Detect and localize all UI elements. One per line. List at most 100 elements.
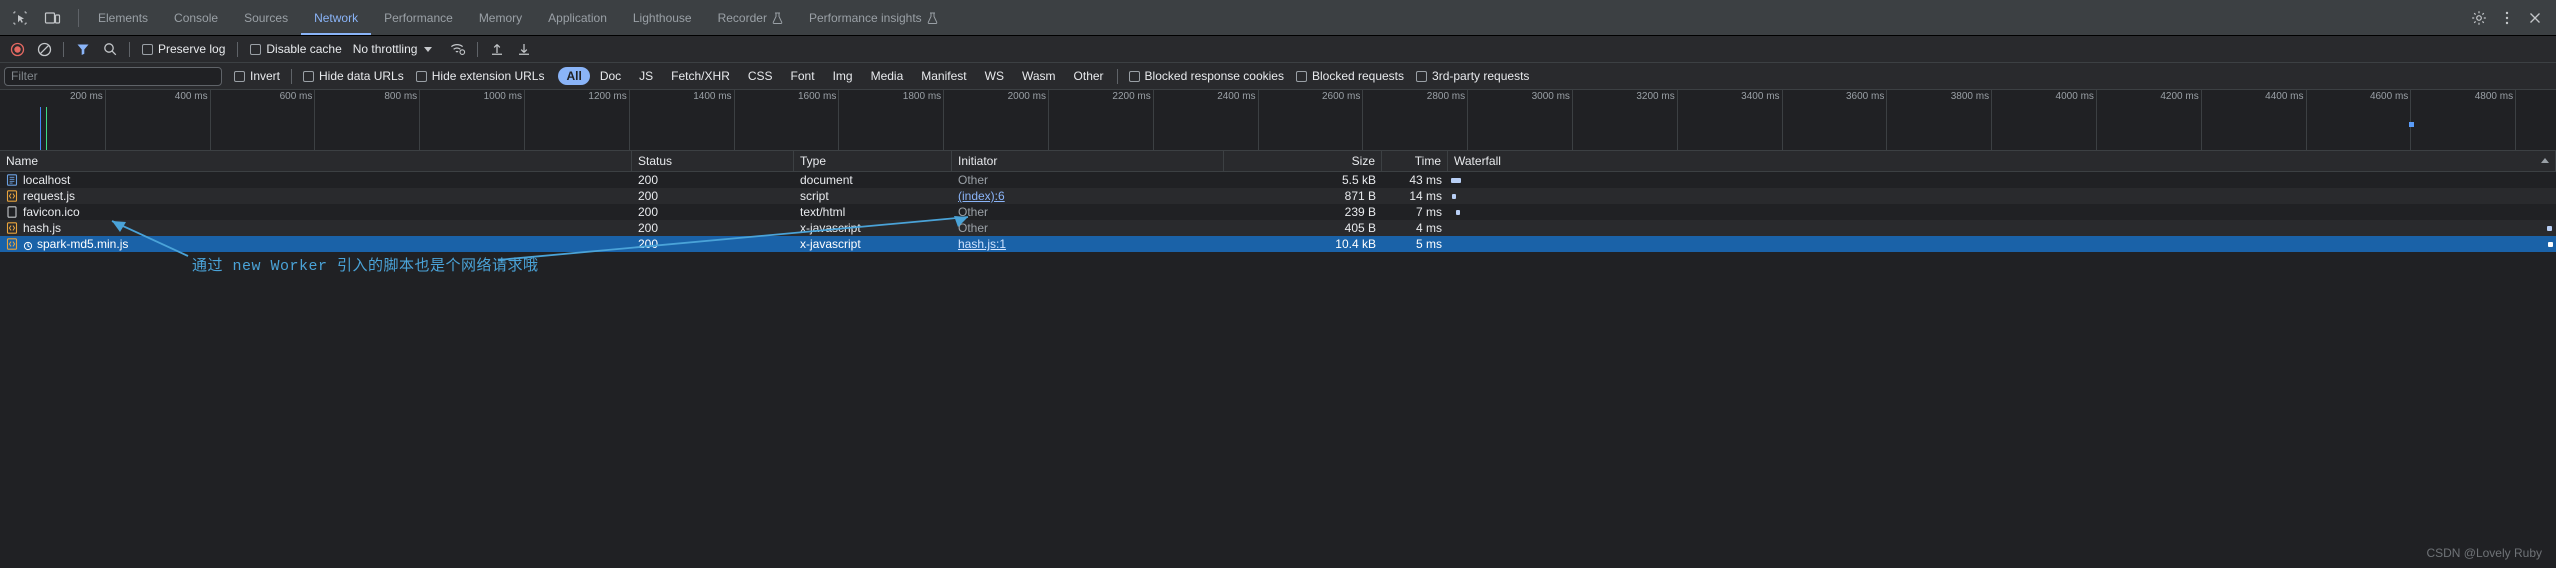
checkbox-box — [234, 70, 245, 82]
blocked-requests-label: Blocked requests — [1311, 69, 1405, 83]
cell-type: x-javascript — [800, 237, 861, 251]
invert-checkbox[interactable]: Invert — [228, 69, 286, 83]
tab-label: Lighthouse — [632, 10, 692, 25]
panel-tabs: Elements Console Sources Network Perform… — [85, 0, 2458, 35]
column-header-status[interactable]: Status — [632, 150, 794, 172]
toolbar-divider — [129, 41, 130, 57]
checkbox-box — [142, 43, 153, 55]
throttling-dropdown[interactable]: No throttling — [349, 42, 437, 56]
record-stop-button[interactable] — [4, 38, 30, 60]
chip-font[interactable]: Font — [783, 67, 823, 85]
chip-doc[interactable]: Doc — [592, 67, 629, 85]
checkbox-box — [1295, 70, 1307, 82]
overview-tick-label: 600 ms — [279, 91, 313, 102]
clear-button[interactable] — [31, 38, 57, 60]
close-icon[interactable] — [2522, 5, 2548, 31]
tab-label: Network — [314, 10, 359, 25]
chip-manifest[interactable]: Manifest — [913, 67, 974, 85]
tab-lighthouse[interactable]: Lighthouse — [620, 0, 705, 35]
tab-elements[interactable]: Elements — [85, 0, 161, 35]
chip-all[interactable]: All — [558, 67, 590, 85]
sort-ascending-icon — [2541, 157, 2549, 163]
cell-status: 200 — [638, 189, 659, 203]
filter-input[interactable] — [4, 66, 222, 86]
tab-application[interactable]: Application — [535, 0, 620, 35]
filter-funnel-icon[interactable] — [70, 38, 96, 60]
cell-waterfall — [1448, 188, 2556, 204]
table-row[interactable]: spark-md5.min.js 200 x-javascript hash.j… — [0, 236, 2556, 252]
blocked-requests-checkbox[interactable]: Blocked requests — [1290, 69, 1410, 83]
cell-type: text/html — [800, 205, 846, 219]
chip-other[interactable]: Other — [1066, 67, 1112, 85]
inspect-element-icon[interactable] — [6, 4, 34, 32]
table-row[interactable]: favicon.ico 200 text/html Other 239 B 7 … — [0, 204, 2556, 220]
tab-label: Sources — [244, 10, 289, 25]
request-name: favicon.ico — [23, 205, 80, 219]
tab-sources[interactable]: Sources — [231, 0, 301, 35]
initiator-link[interactable]: hash.js:1 — [958, 236, 1006, 252]
network-overview-timeline[interactable]: 200 ms 400 ms 600 ms 800 ms 1000 ms 1200… — [0, 90, 2556, 151]
cell-size: 239 B — [1344, 205, 1376, 219]
export-har-icon[interactable] — [511, 38, 537, 60]
waterfall-bar — [1456, 209, 1460, 215]
settings-gear-icon[interactable] — [2466, 5, 2492, 31]
chip-fetch-xhr[interactable]: Fetch/XHR — [663, 67, 738, 85]
table-row[interactable]: localhost 200 document Other 5.5 kB 43 m… — [0, 172, 2556, 188]
overview-tick-label: 2800 ms — [1426, 91, 1466, 102]
overview-tick-label: 1400 ms — [693, 91, 732, 102]
chip-wasm[interactable]: Wasm — [1014, 67, 1064, 85]
column-header-waterfall[interactable]: Waterfall — [1448, 150, 2556, 172]
overview-tick-label: 2000 ms — [1007, 91, 1046, 102]
chip-ws[interactable]: WS — [977, 67, 1012, 85]
third-party-requests-label: 3rd-party requests — [1432, 69, 1530, 83]
tab-console[interactable]: Console — [161, 0, 231, 35]
cell-waterfall — [1448, 204, 2556, 220]
tab-memory[interactable]: Memory — [466, 0, 535, 35]
table-row[interactable]: request.js 200 script (index):6 871 B 14… — [0, 188, 2556, 204]
overview-tick-label: 2200 ms — [1112, 91, 1151, 102]
tab-performance-insights[interactable]: Performance insights — [796, 0, 951, 35]
cell-initiator[interactable]: (index):6 — [952, 188, 1224, 204]
hide-extension-urls-checkbox[interactable]: Hide extension URLs — [410, 69, 551, 83]
tabbar-right-icons — [2458, 0, 2556, 35]
more-options-icon[interactable] — [2494, 5, 2520, 31]
overview-tick-label: 2400 ms — [1217, 91, 1256, 102]
disable-cache-checkbox[interactable]: Disable cache — [244, 42, 347, 56]
chevron-down-icon — [424, 46, 433, 52]
column-header-initiator[interactable]: Initiator — [952, 150, 1224, 172]
cell-status: 200 — [638, 173, 659, 187]
hide-data-urls-checkbox[interactable]: Hide data URLs — [297, 69, 410, 83]
column-header-size[interactable]: Size — [1224, 150, 1382, 172]
search-icon[interactable] — [97, 38, 123, 60]
chip-img[interactable]: Img — [825, 67, 861, 85]
column-header-time[interactable]: Time — [1382, 150, 1448, 172]
cell-initiator[interactable]: hash.js:1 — [952, 236, 1224, 252]
chip-media[interactable]: Media — [863, 67, 912, 85]
cell-waterfall — [1448, 236, 2556, 252]
tab-label: Console — [174, 10, 219, 25]
overview-tick-label: 4000 ms — [2055, 91, 2094, 102]
third-party-requests-checkbox[interactable]: 3rd-party requests — [1410, 69, 1535, 83]
device-toolbar-icon[interactable] — [38, 4, 66, 32]
cell-size: 871 B — [1344, 189, 1376, 203]
tab-recorder[interactable]: Recorder — [705, 0, 796, 35]
chip-css[interactable]: CSS — [740, 67, 781, 85]
cell-initiator: Other — [958, 205, 989, 219]
overview-tick-label: 2600 ms — [1321, 91, 1361, 102]
tab-performance[interactable]: Performance — [371, 0, 466, 35]
column-header-type[interactable]: Type — [794, 150, 952, 172]
column-header-name[interactable]: Name — [0, 150, 632, 172]
preserve-log-checkbox[interactable]: Preserve log — [136, 42, 231, 56]
preserve-log-label: Preserve log — [158, 42, 226, 56]
blocked-response-cookies-checkbox[interactable]: Blocked response cookies — [1123, 69, 1290, 83]
resource-type-chips: All Doc JS Fetch/XHR CSS Font Img Media … — [558, 67, 1111, 85]
throttling-value: No throttling — [352, 42, 418, 56]
tab-label: Recorder — [717, 10, 767, 25]
network-conditions-icon[interactable] — [445, 38, 471, 60]
table-row[interactable]: hash.js 200 x-javascript Other 405 B 4 m… — [0, 220, 2556, 236]
overview-tick-label: 1800 ms — [902, 91, 942, 102]
initiator-link[interactable]: (index):6 — [958, 188, 1005, 204]
import-har-icon[interactable] — [484, 38, 510, 60]
tab-network[interactable]: Network — [301, 0, 372, 35]
chip-js[interactable]: JS — [631, 67, 661, 85]
